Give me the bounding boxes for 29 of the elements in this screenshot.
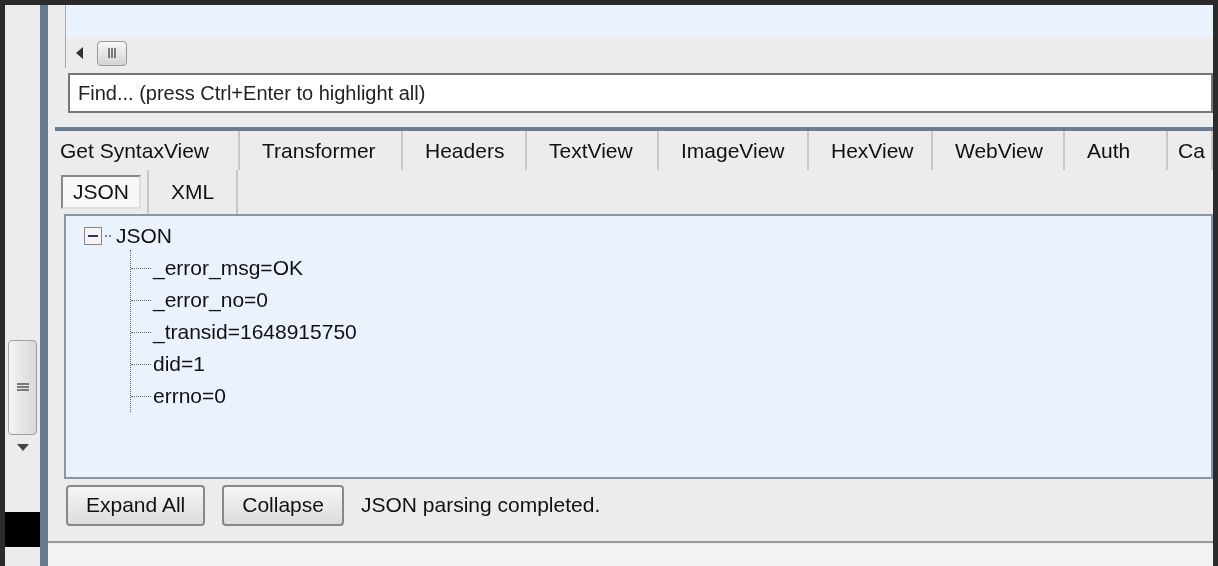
collapse-icon[interactable] [84,227,102,245]
scrollbar-thumb[interactable] [8,340,37,435]
tree-node[interactable]: errno=0 [153,380,226,412]
find-field[interactable]: Find... (press Ctrl+Enter to highlight all) [68,73,1213,113]
inspector-tab[interactable]: Get SyntaxView [55,131,240,170]
inspector-tab[interactable]: HexView [809,131,933,170]
scroll-down-icon[interactable] [16,444,29,451]
inspector-tab[interactable]: Transformer [240,131,403,170]
inspector-tab[interactable]: Auth [1065,131,1168,170]
inspector-tab[interactable]: WebView [933,131,1065,170]
scroll-left-icon[interactable] [76,47,83,59]
status-message: JSON parsing completed. [360,492,601,519]
tree-connector [105,235,113,237]
grip-icon [16,382,29,393]
scrollbar-thumb[interactable] [97,40,127,66]
format-tab[interactable]: XML [155,175,231,209]
tree-button[interactable]: Expand All [66,484,206,526]
tree-node[interactable]: did=1 [153,348,205,380]
preview-panel [5,512,40,547]
inspector-tab[interactable]: Headers [403,131,527,170]
tree-node[interactable]: _error_no=0 [153,284,268,316]
inspector-tab[interactable]: ImageView [659,131,809,170]
tree-node[interactable]: JSON [116,220,172,252]
format-tab[interactable]: JSON [61,175,141,209]
tree-button[interactable]: Collapse [222,484,344,526]
tree-node[interactable]: _error_msg=OK [153,252,303,284]
grip-icon [107,48,117,58]
inspector-tab[interactable]: TextView [527,131,659,170]
tree-node[interactable]: _transid=1648915750 [153,316,357,348]
